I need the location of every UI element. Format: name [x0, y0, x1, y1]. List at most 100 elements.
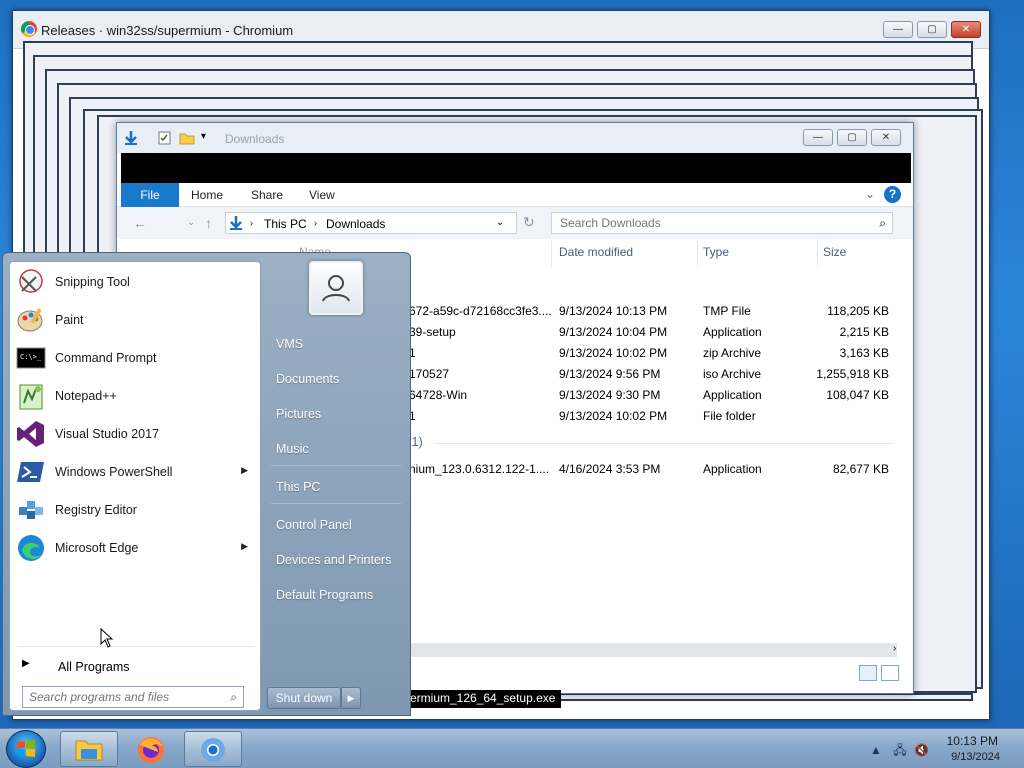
file-date: 4/16/2024 3:53 PM	[559, 462, 661, 476]
back-arrow-icon[interactable]: ←	[133, 215, 147, 231]
windows-logo-icon	[17, 740, 35, 757]
start-item-devices-printers[interactable]: Devices and Printers	[276, 553, 391, 567]
clock-time[interactable]: 10:13 PM	[947, 734, 998, 748]
search-icon[interactable]: ⌕	[879, 216, 886, 231]
taskbar-file-explorer[interactable]	[60, 731, 118, 767]
mouse-cursor-icon	[100, 628, 114, 648]
column-divider	[817, 241, 818, 267]
program-command-prompt[interactable]: C:\>_ Command Prompt	[12, 340, 258, 376]
program-notepad-plus-plus[interactable]: Notepad++	[12, 378, 258, 414]
file-type: File folder	[703, 409, 756, 423]
details-view-icon[interactable]	[859, 665, 877, 681]
show-hidden-icons[interactable]: ▲	[870, 743, 882, 757]
quick-access-dropdown-icon[interactable]: ▾	[201, 131, 206, 142]
start-button[interactable]	[6, 730, 46, 768]
address-dropdown-icon[interactable]: ⌄	[496, 217, 504, 228]
ribbon-expand-icon[interactable]: ⌄	[865, 187, 875, 201]
program-windows-powershell[interactable]: Windows PowerShell ▶	[12, 454, 258, 490]
shutdown-button[interactable]: Shut down	[267, 687, 341, 709]
clock-date[interactable]: 9/13/2024	[951, 751, 1000, 763]
file-explorer-icon	[75, 740, 103, 761]
file-name: 39-setup	[409, 325, 456, 339]
start-item-default-programs[interactable]: Default Programs	[276, 588, 373, 602]
start-menu-programs-pane: Snipping Tool Paint C:\>_ Command Prompt…	[9, 261, 261, 711]
scroll-right-icon[interactable]: ›	[893, 643, 896, 654]
properties-icon[interactable]	[157, 130, 173, 146]
taskbar: ▲ 🖧 🔇 10:13 PM 9/13/2024	[0, 728, 1024, 768]
explorer-close-button[interactable]: ✕	[871, 129, 901, 146]
start-item-documents[interactable]: Documents	[276, 372, 339, 386]
column-header-size[interactable]: Size	[823, 245, 846, 263]
submenu-arrow-icon: ▶	[241, 465, 248, 475]
taskbar-firefox[interactable]	[122, 731, 180, 767]
taskbar-chromium[interactable]	[184, 731, 242, 767]
program-visual-studio[interactable]: Visual Studio 2017	[12, 416, 258, 452]
file-size: 1,255,918 KB	[816, 367, 889, 381]
search-box[interactable]: ⌕	[551, 212, 893, 234]
start-item-control-panel[interactable]: Control Panel	[276, 518, 352, 532]
start-search-input[interactable]	[29, 690, 209, 704]
column-header-type[interactable]: Type	[703, 245, 729, 263]
tab-share[interactable]: Share	[241, 183, 293, 207]
submenu-arrow-icon: ▶	[241, 541, 248, 551]
file-date: 9/13/2024 9:56 PM	[559, 367, 661, 381]
group-divider	[435, 443, 893, 444]
explorer-maximize-button[interactable]: ▢	[837, 129, 867, 146]
up-arrow-icon[interactable]: ↑	[205, 215, 212, 231]
notepad-plus-plus-icon	[19, 384, 43, 410]
registry-editor-icon	[19, 501, 43, 519]
tab-home[interactable]: Home	[181, 183, 233, 207]
start-item-vms[interactable]: VMS	[276, 337, 303, 351]
file-size: 118,205 KB	[827, 304, 889, 318]
system-tray: ▲ 🖧 🔇	[870, 741, 929, 762]
ribbon: File Home Share View ⌄ ?	[117, 183, 913, 207]
start-item-this-pc[interactable]: This PC	[276, 480, 320, 494]
file-name: 64728-Win	[409, 388, 468, 402]
column-header-date[interactable]: Date modified	[559, 245, 633, 263]
download-arrow-icon	[125, 131, 137, 145]
network-icon[interactable]: 🖧	[893, 743, 906, 757]
breadcrumb-downloads[interactable]: Downloads	[326, 217, 385, 231]
explorer-minimize-button[interactable]: —	[803, 129, 833, 146]
search-icon[interactable]: ⌕	[230, 690, 237, 705]
file-size: 82,677 KB	[832, 462, 889, 476]
address-bar[interactable]: › This PC › Downloads ⌄	[225, 212, 517, 234]
tab-view[interactable]: View	[299, 183, 345, 207]
program-snipping-tool[interactable]: Snipping Tool	[12, 264, 258, 300]
recent-dropdown-icon[interactable]: ⌄	[187, 217, 195, 228]
firefox-icon	[138, 737, 164, 763]
program-registry-editor[interactable]: Registry Editor	[12, 492, 258, 528]
help-icon[interactable]: ?	[884, 186, 901, 203]
horizontal-scrollbar[interactable]	[407, 643, 897, 657]
breadcrumb-this-pc[interactable]: This PC	[264, 217, 307, 231]
start-item-pictures[interactable]: Pictures	[276, 407, 321, 421]
tab-file[interactable]: File	[121, 183, 179, 207]
file-name: 170527	[409, 367, 450, 381]
volume-muted-icon[interactable]: 🔇	[914, 743, 929, 757]
file-type: zip Archive	[703, 346, 762, 360]
filename-tooltip: ermium_126_64_setup.exe	[400, 690, 562, 708]
file-date: 9/13/2024 10:02 PM	[559, 346, 668, 360]
command-prompt-icon: C:\>_	[16, 347, 46, 369]
start-search-box[interactable]: ⌕	[22, 686, 244, 708]
large-icons-view-icon[interactable]	[881, 665, 899, 681]
column-divider	[697, 241, 698, 267]
user-avatar[interactable]	[309, 261, 363, 315]
address-row: ← ⌄ ↑ › This PC › Downloads ⌄ ↻ ⌕	[117, 207, 913, 239]
file-type: Application	[703, 325, 762, 339]
search-input[interactable]	[560, 216, 860, 230]
program-paint[interactable]: Paint	[12, 302, 258, 338]
file-date: 9/13/2024 10:13 PM	[559, 304, 668, 318]
new-folder-icon[interactable]	[179, 130, 195, 146]
shutdown-options-icon[interactable]: ▶	[341, 687, 361, 709]
file-size: 108,047 KB	[826, 388, 889, 402]
minimize-button[interactable]: —	[883, 21, 913, 38]
close-button[interactable]: ✕	[951, 21, 981, 38]
file-date: 9/13/2024 9:30 PM	[559, 388, 661, 402]
file-date: 9/13/2024 10:04 PM	[559, 325, 668, 339]
file-size: 3,163 KB	[839, 346, 889, 360]
program-microsoft-edge[interactable]: Microsoft Edge ▶	[12, 530, 258, 566]
start-item-music[interactable]: Music	[276, 442, 309, 456]
maximize-button[interactable]: ▢	[917, 21, 947, 38]
refresh-icon[interactable]: ↻	[523, 214, 535, 231]
